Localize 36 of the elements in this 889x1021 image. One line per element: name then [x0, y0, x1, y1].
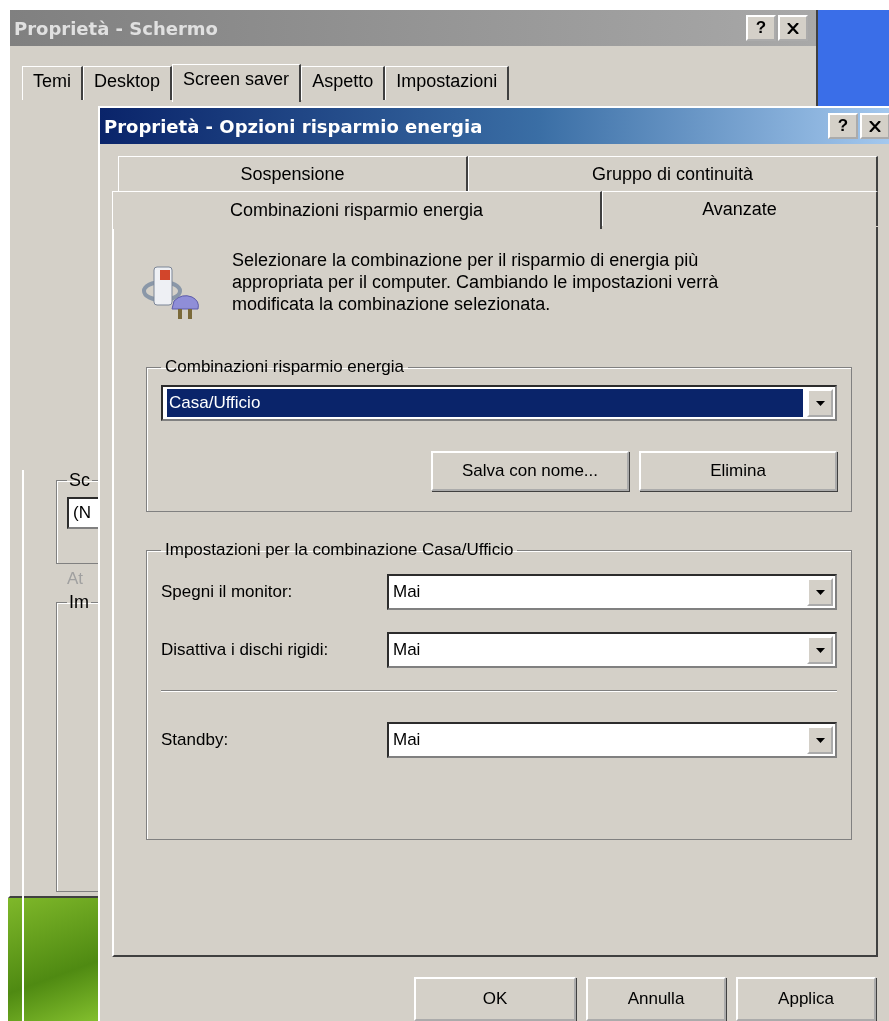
tab[interactable]: Aspetto — [301, 66, 386, 100]
tab[interactable]: Avanzate — [602, 191, 878, 226]
group-label: Im — [68, 592, 90, 613]
setting-dropdown[interactable]: Mai — [387, 722, 837, 758]
setting-label: Standby: — [161, 730, 230, 750]
tab[interactable]: Impostazioni — [385, 66, 510, 100]
setting-dropdown[interactable]: Mai — [387, 574, 837, 610]
description-text: Selezionare la combinazione per il risparmio di energia più appropriata per il computer. Cambiando le impostazioni verrà modificata la combinazione selezionata. — [232, 249, 720, 315]
tab[interactable]: Gruppo di continuità — [468, 156, 878, 191]
window-title: Proprietà - Opzioni risparmio energia — [104, 115, 483, 137]
dropdown-value: Mai — [393, 582, 421, 602]
dialog-button[interactable]: Annulla — [586, 977, 726, 1021]
help-button[interactable]: ? — [828, 113, 858, 139]
dropdown-value: Mai — [393, 640, 421, 660]
group-label: Combinazioni risparmio energia — [164, 357, 406, 377]
tab[interactable]: Combinazioni risparmio energia — [112, 191, 602, 229]
scheme-dropdown[interactable]: Casa/Ufficio — [161, 385, 837, 421]
tab[interactable]: Screen saver — [172, 64, 302, 102]
setting-dropdown[interactable]: Mai — [387, 632, 837, 668]
dropdown-value: Casa/Ufficio — [167, 389, 803, 417]
dialog-button[interactable]: OK — [414, 977, 576, 1021]
close-button[interactable] — [860, 113, 889, 139]
close-icon — [869, 120, 881, 132]
scheme-button[interactable]: Elimina — [639, 451, 837, 491]
window-title: Proprietà - Schermo — [14, 17, 218, 39]
close-icon — [787, 22, 799, 34]
tab[interactable]: Temi — [22, 66, 83, 100]
group-label: Sc — [68, 470, 91, 491]
tab[interactable]: Sospensione — [118, 156, 468, 191]
dropdown-value: Mai — [393, 730, 421, 750]
setting-label: Spegni il monitor: — [161, 582, 294, 602]
tab[interactable]: Desktop — [83, 66, 173, 100]
dialog-button[interactable]: Applica — [736, 977, 876, 1021]
group-label: Impostazioni per la combinazione Casa/Ufficio — [164, 540, 515, 560]
scheme-button[interactable]: Salva con nome... — [431, 451, 629, 491]
setting-label: Disattiva i dischi rigidi: — [161, 640, 330, 660]
